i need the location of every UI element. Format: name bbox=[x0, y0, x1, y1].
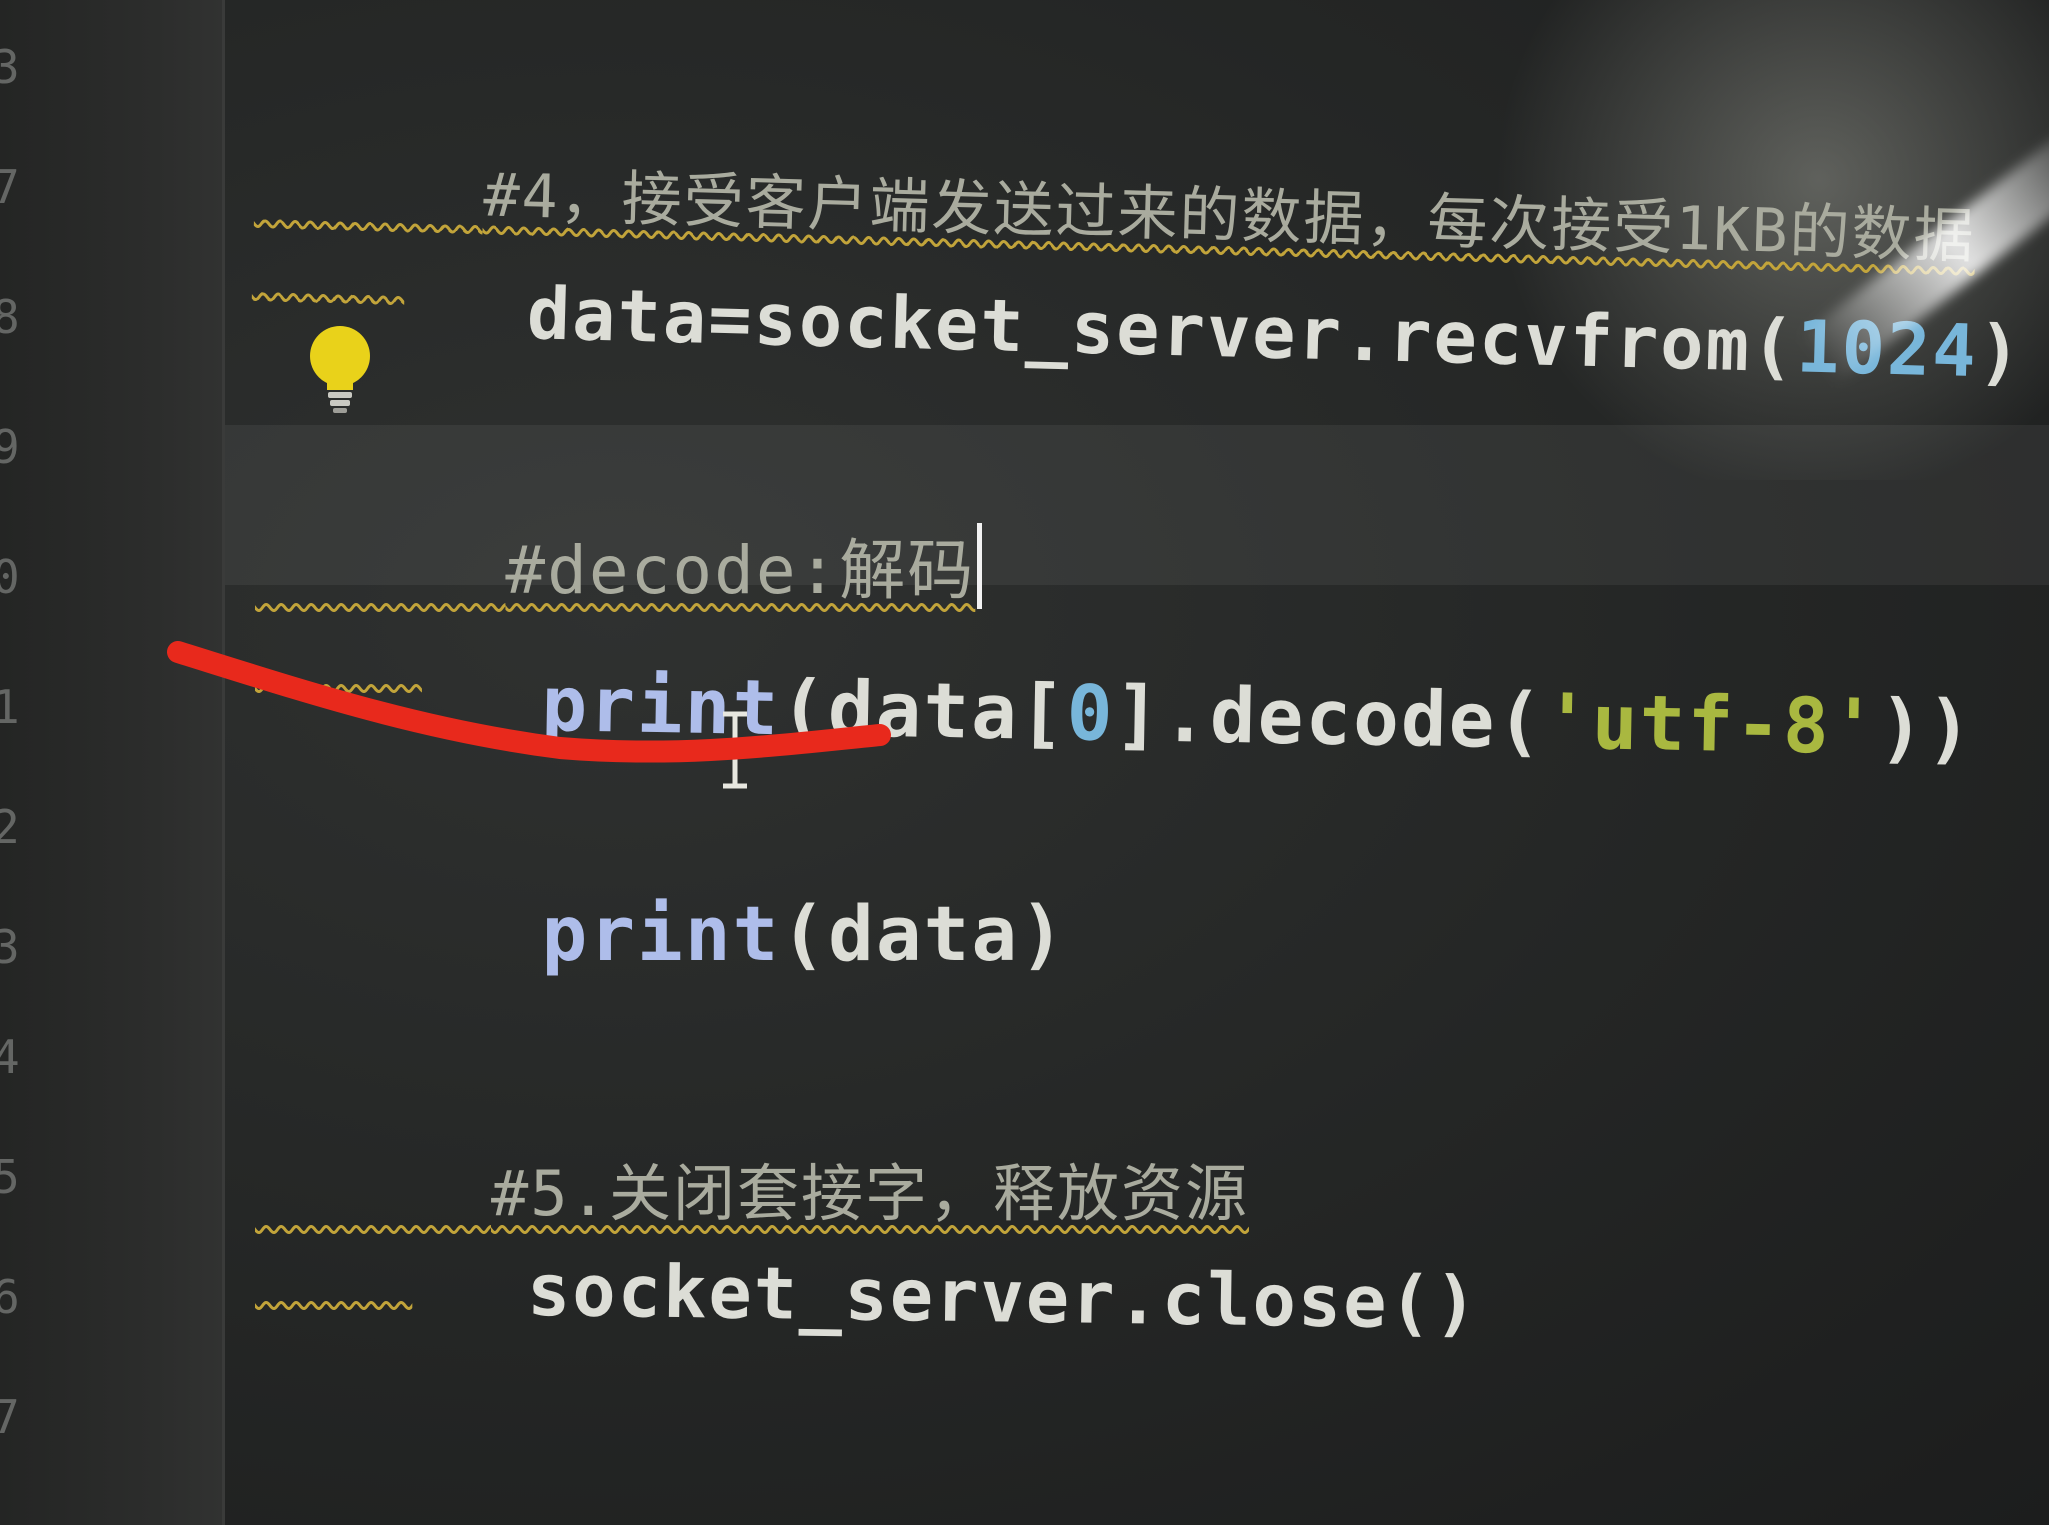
line-number: 6 bbox=[0, 1270, 20, 1324]
line-number: 0 bbox=[0, 550, 20, 604]
variable-data: data bbox=[525, 271, 710, 360]
code-line-close[interactable]: socket_server.close() bbox=[253, 1160, 1481, 1429]
line-number-gutter: 3 7 8 9 0 1 2 3 4 5 6 7 bbox=[0, 0, 225, 1525]
code-fragment: (data) bbox=[780, 889, 1067, 978]
closing-paren: ) bbox=[1976, 309, 2025, 395]
print-keyword: print bbox=[541, 889, 781, 978]
line-number: 5 bbox=[0, 1150, 20, 1204]
line-number: 3 bbox=[0, 40, 20, 94]
line-number: 8 bbox=[0, 290, 20, 344]
index-number: 0 bbox=[1065, 668, 1116, 758]
code-fragment: (data[ bbox=[779, 663, 1068, 758]
lightbulb-icon[interactable] bbox=[305, 322, 375, 422]
line-number: 9 bbox=[0, 420, 20, 474]
recvfrom-call: socket_server.recvfrom( bbox=[752, 277, 1798, 389]
line-number: 3 bbox=[0, 920, 20, 974]
line-number: 7 bbox=[0, 160, 20, 214]
assign-operator: = bbox=[707, 275, 755, 362]
line-number: 2 bbox=[0, 800, 20, 854]
code-fragment: )) bbox=[1877, 682, 1975, 773]
code-line-recvfrom[interactable]: data=socket_server.recvfrom(1024) bbox=[252, 180, 2027, 478]
encoding-string: 'utf-8' bbox=[1543, 676, 1880, 772]
code-line-print-data[interactable]: print(data) bbox=[255, 800, 1067, 1067]
line-number: 1 bbox=[0, 680, 20, 734]
code-editor[interactable]: #4，接受客户端发送过来的数据，每次接受1KB的数据 data=socket_s… bbox=[225, 0, 2049, 1525]
text-cursor-icon bbox=[723, 711, 747, 789]
close-call: socket_server.close() bbox=[526, 1247, 1480, 1346]
line-number: 4 bbox=[0, 1030, 20, 1084]
ide-screen: 3 7 8 9 0 1 2 3 4 5 6 7 #4，接受客户端发送过来的数据，… bbox=[0, 0, 2049, 1525]
line-number: 7 bbox=[0, 1390, 20, 1444]
code-fragment: ].decode( bbox=[1113, 669, 1546, 766]
